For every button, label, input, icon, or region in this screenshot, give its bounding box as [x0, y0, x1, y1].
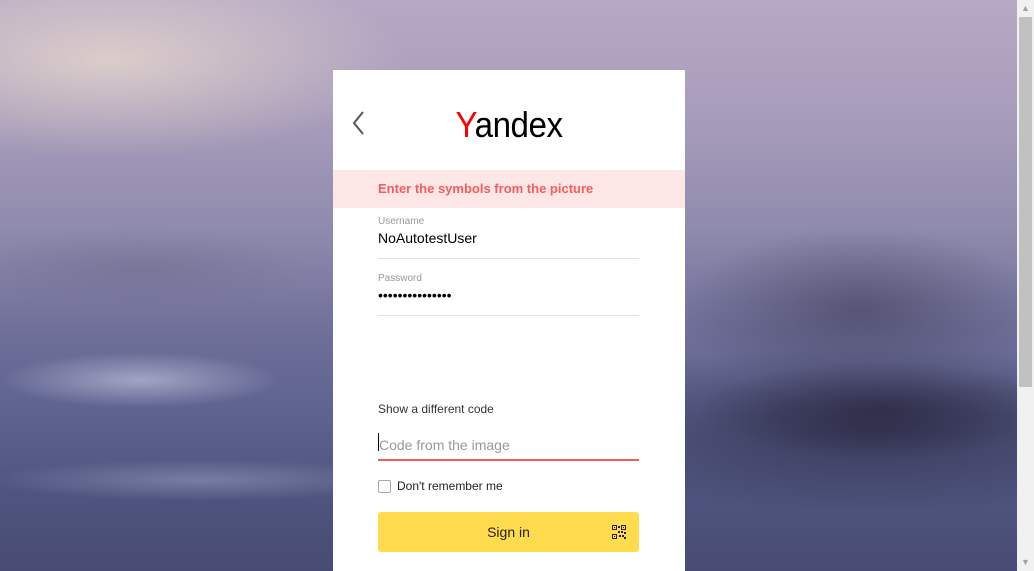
error-message: Enter the symbols from the picture	[378, 181, 594, 196]
scroll-up-arrow-icon[interactable]: ▲	[1017, 0, 1034, 17]
scroll-thumb[interactable]	[1019, 17, 1032, 387]
username-label: Username	[378, 216, 425, 227]
logo-rest: andex	[474, 104, 563, 145]
vertical-scrollbar[interactable]: ▲ ▼	[1017, 0, 1034, 571]
password-label: Password	[378, 273, 422, 284]
password-value[interactable]: •••••••••••••••	[378, 287, 639, 315]
dont-remember-checkbox-row[interactable]: Don't remember me	[378, 479, 503, 493]
scroll-down-arrow-icon[interactable]: ▼	[1017, 554, 1034, 571]
logo-letter-y: Y	[455, 104, 475, 145]
password-field[interactable]: Password •••••••••••••••	[378, 273, 639, 316]
sign-in-label: Sign in	[487, 524, 530, 540]
dont-remember-checkbox[interactable]	[378, 479, 391, 493]
text-caret	[378, 433, 379, 451]
dont-remember-label[interactable]: Don't remember me	[397, 479, 503, 493]
qr-code-icon[interactable]	[612, 525, 626, 539]
captcha-code-input[interactable]	[378, 430, 639, 461]
sign-in-button[interactable]: Sign in	[378, 512, 639, 552]
username-value[interactable]: NoAutotestUser	[378, 230, 639, 258]
show-different-code-link[interactable]: Show a different code	[378, 402, 494, 416]
yandex-logo: Yandex	[347, 104, 671, 146]
username-field[interactable]: Username NoAutotestUser	[378, 216, 639, 259]
error-banner: Enter the symbols from the picture	[333, 170, 685, 208]
login-card: Yandex Enter the symbols from the pictur…	[333, 70, 685, 571]
